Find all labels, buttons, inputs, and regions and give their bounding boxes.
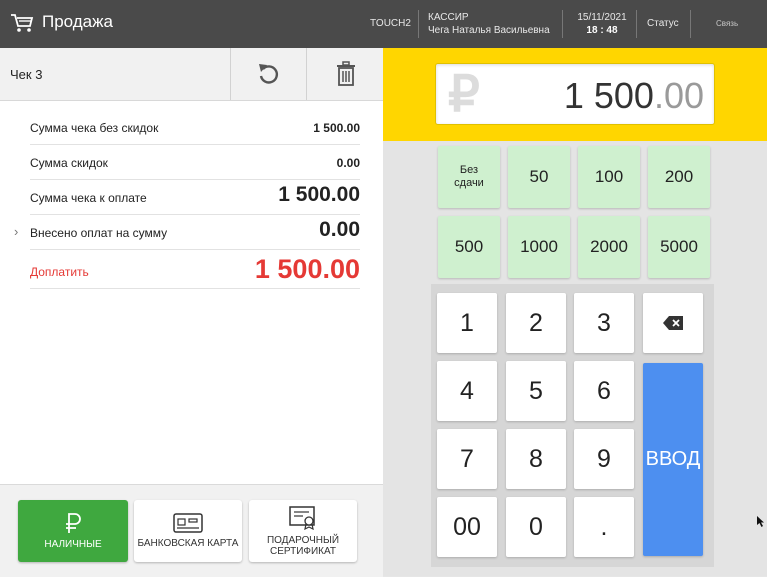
amount-due-value: 1 500.00 — [254, 254, 360, 284]
trash-icon — [336, 61, 355, 86]
gift-label-1: ПОДАРОЧНЫЙ — [266, 534, 340, 546]
summary-value: 0.00 — [336, 156, 360, 170]
amount-input[interactable]: ₽ 1 500.00 — [435, 63, 715, 125]
summary-row: Сумма скидок 0.00 — [30, 145, 360, 180]
cash-button[interactable]: НАЛИЧНЫЕ — [18, 500, 128, 562]
summary-label: Сумма чека без скидок — [30, 121, 159, 135]
receipt-name: Чек 3 — [10, 67, 43, 82]
amount-integer: 1 500 — [563, 75, 654, 116]
top-bar: Продажа TOUCH2 КАССИР Чега Наталья Васил… — [0, 0, 767, 48]
amount-value: 1 500.00 — [564, 75, 704, 117]
chevron-right-icon[interactable]: › — [14, 224, 18, 239]
card-button[interactable]: БАНКОВСКАЯ КАРТА — [134, 500, 242, 562]
summary-row: Сумма чека без скидок 1 500.00 — [30, 110, 360, 145]
mouse-cursor-icon — [757, 516, 764, 527]
quick-amount-button[interactable]: 2000 — [578, 216, 640, 278]
summary-label: Внесено оплат на сумму — [30, 226, 168, 240]
gift-label-2: СЕРТИФИКАТ — [269, 545, 337, 557]
amount-panel: ₽ 1 500.00 — [383, 48, 767, 141]
enter-button[interactable]: ВВОД — [643, 363, 703, 556]
backspace-button[interactable] — [643, 293, 703, 353]
key-9[interactable]: 9 — [574, 429, 634, 489]
certificate-icon — [289, 505, 315, 530]
cart-icon — [11, 14, 34, 32]
receipt-header: Чек 3 — [0, 48, 383, 101]
header-divider — [636, 10, 637, 38]
cashier-info: КАССИР Чега Наталья Васильевна — [428, 11, 550, 37]
backspace-icon — [663, 316, 683, 330]
quick-amount-button[interactable]: 200 — [648, 146, 710, 208]
undo-button[interactable] — [230, 48, 307, 100]
amount-due-row: Доплатить 1 500.00 — [30, 250, 360, 289]
ruble-icon — [66, 513, 81, 533]
page-title: Продажа — [42, 12, 113, 31]
ruble-sign-icon: ₽ — [448, 66, 480, 122]
time: 18 : 48 — [586, 25, 618, 36]
key-1[interactable]: 1 — [437, 293, 497, 353]
summary-value: 0.00 — [319, 218, 360, 241]
receipt-panel: Чек 3 Сумма чека без скидок 1 500.00 Сум — [0, 48, 383, 577]
undo-icon — [259, 64, 278, 84]
cash-label: НАЛИЧНЫЕ — [44, 539, 102, 550]
key-5[interactable]: 5 — [506, 361, 566, 421]
key-3[interactable]: 3 — [574, 293, 634, 353]
no-change-button[interactable]: Без сдачи — [438, 146, 500, 208]
numeric-keypad: 1 2 3 4 5 6 ВВОД 7 8 9 00 0 . — [431, 284, 714, 567]
summary-label: Сумма чека к оплате — [30, 191, 147, 205]
key-decimal[interactable]: . — [574, 497, 634, 557]
card-label: БАНКОВСКАЯ КАРТА — [137, 538, 239, 549]
delete-button[interactable] — [306, 48, 384, 100]
connection-button[interactable]: Связь — [716, 19, 738, 28]
header-divider — [690, 10, 691, 38]
receipt-summary: Сумма чека без скидок 1 500.00 Сумма ски… — [14, 110, 360, 289]
quick-amount-button[interactable]: 100 — [578, 146, 640, 208]
cashier-role: КАССИР — [428, 12, 469, 23]
date: 15/11/2021 — [577, 12, 627, 23]
keypad-panel: Без сдачи 50 100 200 500 1000 2000 5000 1… — [383, 141, 767, 576]
terminal-name: TOUCH2 — [370, 18, 411, 29]
no-change-label-1: Без — [459, 164, 479, 176]
credit-card-icon — [173, 513, 203, 533]
key-4[interactable]: 4 — [437, 361, 497, 421]
summary-label: Доплатить — [30, 265, 89, 279]
quick-amount-button[interactable]: 50 — [508, 146, 570, 208]
summary-row: Сумма чека к оплате 1 500.00 — [30, 180, 360, 215]
key-8[interactable]: 8 — [506, 429, 566, 489]
quick-amount-button[interactable]: 1000 — [508, 216, 570, 278]
cashier-name: Чега Наталья Васильевна — [428, 25, 550, 36]
summary-value: 1 500.00 — [278, 183, 360, 206]
datetime: 15/11/2021 18 : 48 — [572, 11, 632, 37]
summary-value: 1 500.00 — [313, 121, 360, 135]
gift-certificate-button[interactable]: ПОДАРОЧНЫЙ СЕРТИФИКАТ — [249, 500, 357, 562]
payments-row[interactable]: › Внесено оплат на сумму 0.00 — [14, 215, 360, 250]
key-00[interactable]: 00 — [437, 497, 497, 557]
key-6[interactable]: 6 — [574, 361, 634, 421]
quick-amount-button[interactable]: 5000 — [648, 216, 710, 278]
quick-amount-button[interactable]: 500 — [438, 216, 500, 278]
key-7[interactable]: 7 — [437, 429, 497, 489]
header-divider — [562, 10, 563, 38]
key-0[interactable]: 0 — [506, 497, 566, 557]
summary-label: Сумма скидок — [30, 156, 108, 170]
payment-types: НАЛИЧНЫЕ БАНКОВСКАЯ КАРТА ПОДАРОЧНЫЙ СЕР… — [0, 484, 383, 577]
header-divider — [418, 10, 419, 38]
no-change-label-2: сдачи — [454, 177, 484, 189]
status-button[interactable]: Статус — [647, 18, 679, 29]
key-2[interactable]: 2 — [506, 293, 566, 353]
amount-decimal: .00 — [653, 75, 704, 116]
